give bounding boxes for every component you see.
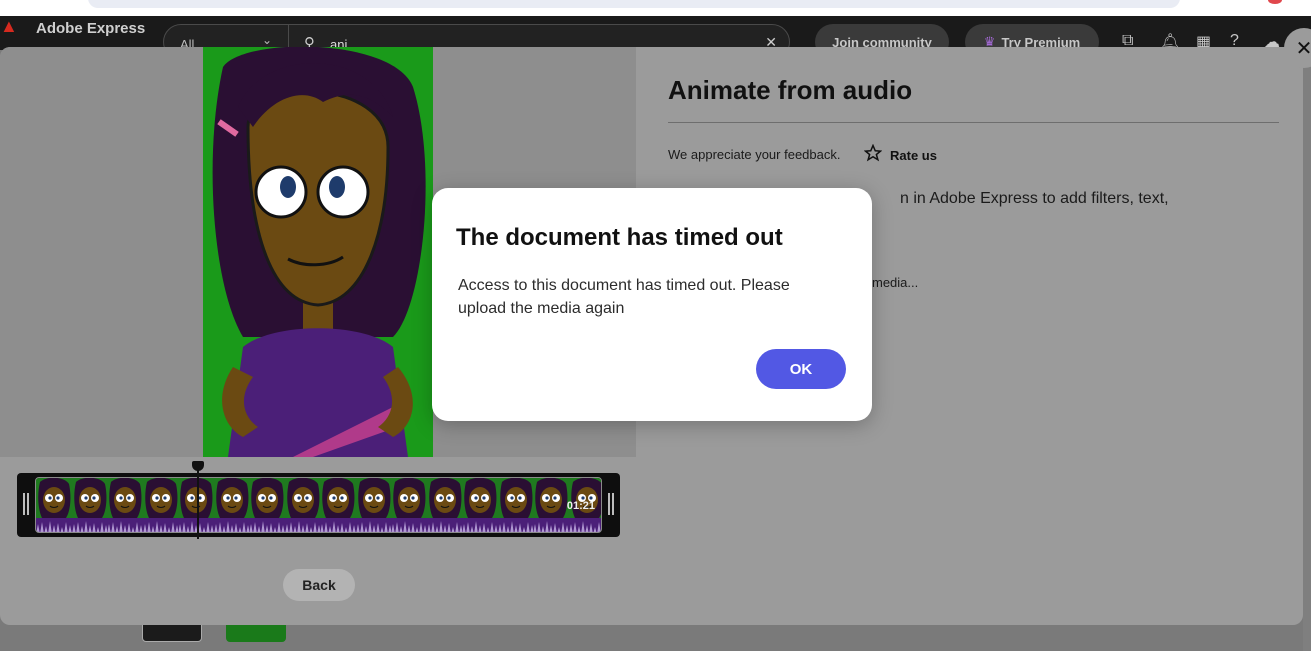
adobe-logo-icon[interactable]: ▲: [0, 16, 18, 37]
timeout-dialog: The document has timed out Access to thi…: [432, 188, 872, 421]
filmstrip-frame: [178, 478, 214, 532]
panel-title: Animate from audio: [668, 75, 913, 105]
dialog-title: The document has timed out: [456, 224, 783, 251]
trim-handle-left-grip[interactable]: [27, 493, 29, 515]
filmstrip-frame: [497, 478, 534, 532]
panel-subtext-text: media...: [872, 275, 919, 290]
filmstrip-frame: [462, 478, 498, 532]
browser-extension-icon[interactable]: [1268, 0, 1282, 4]
background-thumbnail[interactable]: [142, 624, 202, 642]
filmstrip-frame: [213, 478, 250, 532]
panel-description-text: n in Adobe Express to add filters, text,: [900, 190, 1169, 207]
browser-strip: [0, 0, 1311, 16]
filmstrip-frame: [355, 478, 392, 532]
background-edge: [1303, 50, 1311, 651]
filmstrip-frame: [320, 478, 356, 532]
rate-us-button[interactable]: Rate us: [863, 143, 937, 167]
app-title[interactable]: Adobe Express: [36, 20, 145, 37]
filmstrip-frame: [107, 478, 143, 532]
filmstrip-frame: [142, 478, 179, 532]
browser-url-bar[interactable]: [88, 0, 1180, 8]
audio-timeline[interactable]: 01:21: [17, 473, 620, 537]
filmstrip-frame: [249, 478, 285, 532]
filmstrip-frame: [426, 478, 463, 532]
back-button[interactable]: Back: [283, 569, 355, 601]
filmstrip-frame: [391, 478, 427, 532]
trim-handle-right[interactable]: [608, 493, 610, 515]
trim-handle-right-grip[interactable]: [612, 493, 614, 515]
ok-button[interactable]: OK: [756, 349, 846, 389]
filmstrip[interactable]: 01:21: [35, 477, 602, 533]
chevron-down-icon[interactable]: ⌄: [262, 33, 272, 47]
filmstrip-frame: [284, 478, 321, 532]
panel-divider: [668, 122, 1279, 123]
dialog-message: Access to this document has timed out. P…: [458, 277, 790, 317]
character-preview: [203, 47, 433, 457]
trim-handle-left[interactable]: [23, 493, 25, 515]
background-thumbnail[interactable]: [226, 624, 286, 642]
rate-us-label: Rate us: [890, 148, 937, 163]
star-icon: [863, 143, 883, 167]
feedback-text: We appreciate your feedback.: [668, 147, 841, 162]
filmstrip-frame: [71, 478, 108, 532]
playhead[interactable]: [197, 465, 199, 539]
timeline-duration: 01:21: [566, 500, 595, 512]
filmstrip-frame: [533, 478, 569, 532]
filmstrip-frame: [36, 478, 72, 532]
